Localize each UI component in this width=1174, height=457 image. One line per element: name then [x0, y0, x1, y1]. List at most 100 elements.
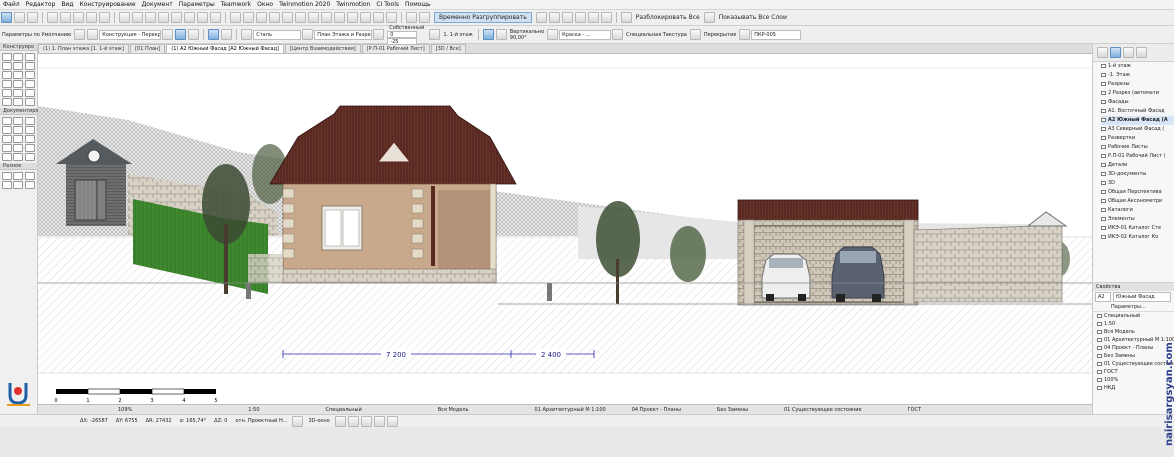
building-material-icon[interactable]	[241, 29, 253, 40]
pen-set-select[interactable]: 01 Архитектурный М 1:100	[535, 407, 606, 413]
settings-icon[interactable]	[74, 29, 86, 40]
navigator-item[interactable]: Общая Перспектива	[1101, 188, 1174, 197]
floor-plan-select[interactable]: План Этажа и Разрез...	[314, 29, 373, 40]
text-icon[interactable]	[256, 12, 267, 23]
mesh-icon[interactable]	[386, 12, 397, 23]
navigator-item[interactable]: Детали	[1101, 161, 1174, 170]
navigator-item[interactable]: Разрезы	[1101, 80, 1174, 89]
zoom-out-icon[interactable]	[360, 415, 372, 427]
stair-tool-icon[interactable]	[13, 80, 24, 88]
zoom-in-icon[interactable]	[347, 415, 359, 427]
align-bottom-icon[interactable]	[221, 29, 233, 40]
menu-item[interactable]: CI Tools	[376, 1, 399, 8]
material-select[interactable]: Сталь	[253, 29, 302, 40]
view-tab[interactable]: (1) 1. План этажа [1. 1-й этаж]	[38, 44, 130, 53]
beam-icon[interactable]	[360, 12, 371, 23]
cut-icon[interactable]	[73, 12, 84, 23]
curtain-wall-tool-icon[interactable]	[2, 80, 12, 88]
scale-select[interactable]: 1:50	[248, 407, 259, 413]
pen-icon[interactable]	[230, 12, 241, 23]
menu-item[interactable]: Twinmotion 2020	[279, 1, 330, 8]
column-icon[interactable]	[347, 12, 358, 23]
move-icon[interactable]	[27, 12, 38, 23]
menu-item[interactable]: Окно	[257, 1, 273, 8]
wall-icon[interactable]	[334, 12, 345, 23]
railing-tool-icon[interactable]	[24, 80, 35, 88]
elevation-tool-icon[interactable]	[13, 144, 24, 152]
model-filter-select[interactable]: Вся Модель	[438, 407, 469, 413]
navigator-item[interactable]: 3D	[1101, 179, 1174, 188]
menu-item[interactable]: Twinmotion	[336, 1, 370, 8]
menu-item[interactable]: Документ	[142, 1, 173, 8]
elevation-icon[interactable]	[210, 12, 221, 23]
measure-icon[interactable]	[158, 12, 169, 23]
3d-icon[interactable]	[184, 12, 195, 23]
toolbox-section-document[interactable]: Документиро	[0, 108, 38, 115]
3d-window-icon[interactable]	[292, 415, 304, 427]
navigator-item[interactable]: A1. Восточный Фасад	[1101, 107, 1174, 116]
arrow-tool-icon[interactable]	[24, 181, 35, 189]
menu-item[interactable]: Файл	[3, 1, 20, 8]
unlock-all-button[interactable]: Разблокировать Все	[636, 14, 700, 21]
dimension-icon[interactable]	[282, 12, 293, 23]
morph-tool-icon[interactable]	[13, 89, 24, 97]
publisher-icon[interactable]	[1136, 47, 1147, 58]
text-tool-icon[interactable]	[24, 117, 35, 125]
worksheet-tool-icon[interactable]	[2, 153, 12, 161]
change-tool-icon[interactable]	[13, 153, 24, 161]
prop-name-field[interactable]: Южный Фасад	[1113, 292, 1171, 302]
guide-icon[interactable]	[145, 12, 156, 23]
circle-tool-icon[interactable]	[13, 181, 24, 189]
menu-item[interactable]: Параметры	[179, 1, 215, 8]
3d-window-button[interactable]: 3D-окно	[308, 418, 329, 424]
snap-icon[interactable]	[119, 12, 130, 23]
label-icon[interactable]	[269, 12, 280, 23]
view-tab[interactable]: [Р.П-01 Рабочий Лист]	[361, 44, 430, 53]
menu-item[interactable]: Teamwork	[221, 1, 251, 8]
renovation-select[interactable]: 01 Существующее состояние	[784, 407, 862, 413]
navigator-item[interactable]: 1-й этаж	[1101, 62, 1174, 71]
texture-icon[interactable]	[612, 29, 624, 40]
paint-select[interactable]: Краска - ...	[559, 29, 612, 40]
toolbox-section-misc[interactable]: Разное	[0, 163, 37, 170]
prop-id-field[interactable]: A2	[1095, 292, 1111, 302]
level-dim-tool-icon[interactable]	[13, 117, 24, 125]
menu-item[interactable]: Вид	[61, 1, 73, 8]
beam-tool-icon[interactable]	[13, 62, 24, 70]
view-tab[interactable]: (1) A2 Южный Фасад [A2 Южный Фасад]	[166, 44, 285, 53]
pan-icon[interactable]	[373, 415, 385, 427]
door-tool-icon[interactable]	[13, 53, 24, 61]
spline-tool-icon[interactable]	[2, 181, 12, 189]
undo-icon[interactable]	[47, 12, 58, 23]
label-tool-icon[interactable]	[2, 126, 12, 134]
grid-icon[interactable]	[132, 12, 143, 23]
arc-tool-icon[interactable]	[2, 135, 12, 143]
opening-tool-icon[interactable]	[24, 98, 35, 106]
suspend-groups-button[interactable]: Временно Разгруппировать	[434, 12, 532, 23]
camera-tool-icon[interactable]	[24, 172, 35, 180]
wall-tool-icon[interactable]	[2, 53, 12, 61]
figure-tool-icon[interactable]	[13, 172, 24, 180]
navigator-item[interactable]: Р.П-01 Рабочий Лист (	[1101, 152, 1174, 161]
layout-book-icon[interactable]	[1123, 47, 1134, 58]
navigator-item[interactable]: ИКЭ-02 Каталог Ко	[1101, 233, 1174, 242]
navigator-item[interactable]: Каталоги	[1101, 206, 1174, 215]
navigator-item[interactable]: Элементы	[1101, 215, 1174, 224]
navigator-item[interactable]: Развертки	[1101, 134, 1174, 143]
zoom-value[interactable]: 109%	[118, 407, 132, 413]
polygon-icon[interactable]	[175, 29, 187, 40]
redo-icon[interactable]	[60, 12, 71, 23]
shell-tool-icon[interactable]	[13, 71, 24, 79]
layer-icon[interactable]	[87, 29, 99, 40]
line-tool-icon[interactable]	[24, 126, 35, 134]
paste-icon[interactable]	[99, 12, 110, 23]
show-layers-icon[interactable]	[703, 12, 715, 23]
mesh-tool-icon[interactable]	[2, 89, 12, 97]
dimension-tool-icon[interactable]	[2, 117, 12, 125]
fit-window-icon[interactable]	[334, 415, 346, 427]
pen-set-icon[interactable]	[373, 29, 385, 40]
view-map-icon[interactable]	[1110, 47, 1121, 58]
navigator-item[interactable]: A2 Южный Фасад (А	[1101, 116, 1174, 125]
reference-level[interactable]: отн. Проектный Н...	[235, 418, 287, 424]
grid-tool-icon[interactable]	[24, 153, 35, 161]
